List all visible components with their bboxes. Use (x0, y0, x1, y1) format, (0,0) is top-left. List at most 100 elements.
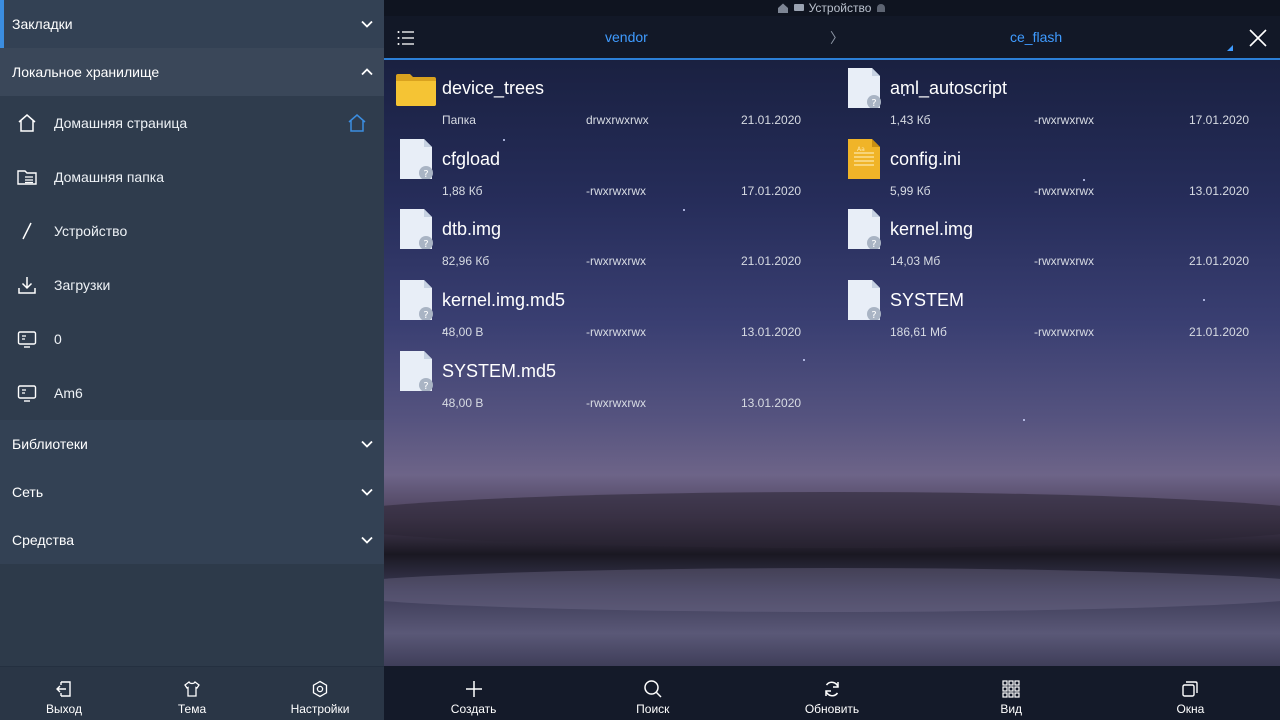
section-libraries-label: Библиотеки (12, 436, 88, 452)
text-file-icon: Aa (844, 139, 884, 179)
section-local-storage[interactable]: Локальное хранилище (0, 48, 384, 96)
sidebar-item-label: Домашняя страница (54, 115, 188, 131)
home-folder-icon (16, 166, 38, 188)
list-item[interactable]: ? kernel.img 14,03 Мб -rwxrwxrwx 21.01.2… (832, 203, 1252, 273)
file-permissions: drwxrwxrwx (586, 113, 649, 127)
list-item[interactable]: ? aml_autoscript 1,43 Кб -rwxrwxrwx 17.0… (832, 62, 1252, 132)
local-storage-list: Домашняя страница Домашняя папка Устройс… (0, 96, 384, 420)
file-date: 17.01.2020 (1189, 113, 1250, 127)
file-date: 13.01.2020 (741, 396, 802, 410)
file-date: 21.01.2020 (741, 113, 802, 127)
sidebar-item-am6[interactable]: Am6 (0, 366, 384, 420)
list-menu-icon (397, 31, 414, 45)
unknown-file-icon: ? (396, 209, 436, 249)
sidebar-item-storage-0[interactable]: 0 (0, 312, 384, 366)
status-bar: Устройство (384, 0, 1280, 16)
windows-button[interactable]: Окна (1101, 666, 1280, 720)
file-date: 21.01.2020 (1189, 254, 1250, 268)
view-button[interactable]: Вид (922, 666, 1101, 720)
slash-icon (16, 220, 38, 242)
breadcrumb-ce-flash[interactable]: ce_flash (1010, 29, 1062, 45)
file-permissions: -rwxrwxrwx (1034, 113, 1094, 127)
file-browser-panel: Устройство vendor 〉 ce_flash device_tree… (384, 0, 1280, 720)
section-libraries[interactable]: Библиотеки (0, 420, 384, 468)
file-size: 82,96 Кб (442, 254, 490, 268)
unknown-file-icon: ? (396, 280, 436, 320)
file-name: kernel.img.md5 (442, 290, 566, 310)
file-permissions: -rwxrwxrwx (1034, 254, 1094, 268)
file-name: device_trees (442, 78, 545, 98)
dropdown-corner-icon (1227, 45, 1233, 51)
svg-text:?: ? (423, 310, 428, 320)
svg-text:?: ? (423, 381, 428, 391)
chevron-down-icon (360, 485, 374, 499)
home-icon (16, 112, 38, 134)
section-network[interactable]: Сеть (0, 468, 384, 516)
settings-button[interactable]: Настройки (256, 667, 384, 720)
sidebar-item-label: Загрузки (54, 277, 111, 293)
settings-label: Настройки (290, 702, 350, 716)
close-icon (1249, 29, 1267, 47)
sidebar-item-label: Домашняя папка (54, 169, 165, 185)
search-label: Поиск (636, 702, 670, 716)
file-permissions: -rwxrwxrwx (586, 325, 646, 339)
file-size: 186,61 Мб (890, 325, 947, 339)
sidebar-item-home-page[interactable]: Домашняя страница (0, 96, 384, 150)
unknown-file-icon: ? (844, 68, 884, 108)
list-item[interactable]: ? cfgload 1,88 Кб -rwxrwxrwx 17.01.2020 (384, 133, 804, 203)
create-label: Создать (450, 702, 497, 716)
create-button[interactable]: Создать (384, 666, 563, 720)
sidebar: Закладки Локальное хранилище Домашняя ст… (0, 0, 384, 720)
refresh-button[interactable]: Обновить (742, 666, 921, 720)
sidebar-item-downloads[interactable]: Загрузки (0, 258, 384, 312)
unknown-file-icon: ? (844, 209, 884, 249)
section-network-label: Сеть (12, 484, 44, 500)
path-bar: vendor 〉 ce_flash (384, 16, 1280, 60)
sidebar-item-label: Am6 (54, 385, 83, 401)
default-home-icon[interactable] (346, 112, 368, 134)
file-date: 17.01.2020 (741, 184, 802, 198)
list-item[interactable]: ? SYSTEM 186,61 Мб -rwxrwxrwx 21.01.2020 (832, 274, 1252, 344)
svg-text:?: ? (871, 239, 876, 249)
file-name: SYSTEM (890, 290, 965, 310)
menu-button[interactable] (396, 28, 416, 48)
file-size: Папка (442, 113, 476, 127)
list-item[interactable]: ? dtb.img 82,96 Кб -rwxrwxrwx 21.01.2020 (384, 203, 804, 273)
exit-button[interactable]: Выход (0, 667, 128, 720)
storage-device-icon (16, 382, 38, 404)
file-date: 21.01.2020 (1189, 325, 1250, 339)
unknown-file-icon: ? (396, 351, 436, 391)
shirt-icon (184, 681, 200, 697)
svg-text:?: ? (871, 98, 876, 108)
view-label: Вид (1000, 702, 1023, 716)
section-bookmarks[interactable]: Закладки (0, 0, 384, 48)
breadcrumb-vendor[interactable]: vendor (605, 29, 648, 45)
file-date: 13.01.2020 (1189, 184, 1250, 198)
search-button[interactable]: Поиск (563, 666, 742, 720)
section-tools[interactable]: Средства (0, 516, 384, 564)
sidebar-item-device[interactable]: Устройство (0, 204, 384, 258)
chevron-up-icon (360, 65, 374, 79)
storage-device-icon (16, 328, 38, 350)
gear-icon (312, 680, 328, 698)
exit-label: Выход (46, 702, 82, 716)
android-icon (875, 2, 887, 14)
svg-text:?: ? (423, 169, 428, 179)
theme-button[interactable]: Тема (128, 667, 256, 720)
file-name: aml_autoscript (890, 78, 1008, 98)
file-permissions: -rwxrwxrwx (586, 184, 646, 198)
list-item[interactable]: device_trees Папка drwxrwxrwx 21.01.2020 (384, 62, 804, 132)
file-size: 1,88 Кб (442, 184, 483, 198)
bottom-toolbar: Создать Поиск Обновить Вид Окна (384, 666, 1280, 720)
section-local-storage-label: Локальное хранилище (12, 64, 160, 80)
search-icon (644, 680, 662, 698)
refresh-label: Обновить (804, 702, 860, 716)
exit-icon (56, 681, 71, 697)
list-item[interactable]: ? SYSTEM.md5 48,00 B -rwxrwxrwx 13.01.20… (384, 345, 804, 415)
file-size: 48,00 B (442, 325, 484, 339)
close-button[interactable] (1248, 28, 1268, 48)
sidebar-item-home-folder[interactable]: Домашняя папка (0, 150, 384, 204)
list-item[interactable]: ? kernel.img.md5 48,00 B -rwxrwxrwx 13.0… (384, 274, 804, 344)
list-item[interactable]: Aa config.ini 5,99 Кб -rwxrwxrwx 13.01.2… (832, 133, 1252, 203)
plus-icon (465, 681, 482, 697)
